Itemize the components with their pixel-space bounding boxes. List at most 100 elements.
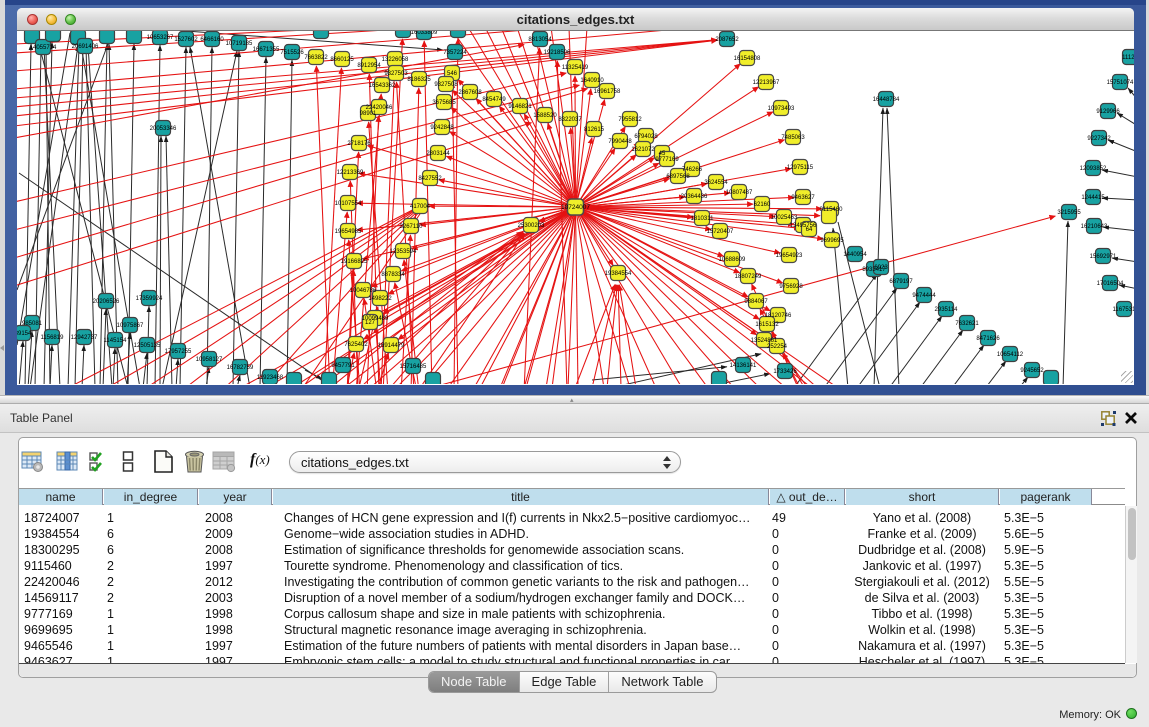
svg-text:16210643: 16210643 (1081, 224, 1108, 230)
svg-text:9245652: 9245652 (1020, 368, 1044, 374)
svg-text:8878334: 8878334 (381, 272, 405, 278)
svg-text:8813054: 8813054 (528, 37, 552, 43)
svg-text:11123: 11123 (1122, 55, 1134, 61)
svg-text:19218506: 19218506 (544, 50, 571, 56)
svg-text:14136141: 14136141 (730, 363, 757, 369)
svg-text:12975115: 12975115 (787, 165, 814, 171)
svg-text:16671355: 16671355 (253, 47, 280, 53)
svg-text:19166825: 19166825 (341, 259, 368, 265)
svg-text:7485063: 7485063 (781, 135, 805, 141)
svg-text:18120746: 18120746 (765, 313, 792, 319)
svg-text:7990448: 7990448 (608, 139, 632, 145)
svg-text:9699695: 9699695 (820, 238, 844, 244)
svg-text:13495756: 13495756 (790, 223, 817, 229)
svg-text:11325419: 11325419 (562, 65, 589, 71)
svg-text:15720407: 15720407 (707, 229, 734, 235)
svg-text:8660125: 8660125 (330, 57, 354, 63)
svg-text:16448784: 16448784 (873, 97, 900, 103)
svg-text:19384554: 19384554 (605, 271, 632, 277)
svg-text:1733426: 1733426 (773, 369, 797, 375)
svg-text:18807249: 18807249 (735, 274, 762, 280)
svg-text:8471626: 8471626 (976, 336, 1000, 342)
svg-text:9146821: 9146821 (508, 104, 532, 110)
svg-text:15692971: 15692971 (1090, 254, 1117, 260)
svg-text:6879197: 6879197 (889, 279, 913, 285)
svg-text:10975867: 10975867 (117, 323, 144, 329)
svg-text:812615: 812615 (584, 127, 605, 133)
svg-text:9474444: 9474444 (912, 293, 936, 299)
svg-text:10046786: 10046786 (350, 288, 377, 294)
svg-text:15751074: 15751074 (1107, 80, 1134, 86)
svg-text:2935114: 2935114 (935, 307, 959, 313)
svg-text:9327503: 9327503 (384, 71, 408, 77)
svg-text:7625402: 7625402 (344, 342, 368, 348)
svg-text:3624554: 3624554 (704, 180, 728, 186)
svg-text:9463627: 9463627 (791, 195, 815, 201)
svg-text:1810311: 1810311 (691, 216, 715, 222)
svg-text:11923468: 11923468 (257, 375, 284, 381)
svg-text:9115460: 9115460 (820, 207, 844, 213)
svg-text:7357224: 7357224 (443, 50, 467, 56)
svg-text:2087652: 2087652 (715, 37, 739, 43)
svg-text:10807487: 10807487 (726, 190, 753, 196)
svg-text:1156819: 1156819 (41, 335, 65, 341)
svg-text:16154808: 16154808 (734, 56, 761, 62)
svg-text:12213967: 12213967 (753, 80, 780, 86)
svg-text:14055714: 14055714 (30, 45, 57, 51)
svg-text:7632621: 7632621 (955, 321, 979, 327)
svg-text:1145154: 1145154 (104, 338, 128, 344)
svg-text:6466160: 6466160 (200, 37, 224, 43)
svg-text:12213369: 12213369 (337, 170, 364, 176)
svg-text:8186325: 8186325 (407, 77, 431, 83)
svg-text:16782759: 16782759 (227, 365, 254, 371)
svg-text:20206526: 20206526 (93, 299, 120, 305)
svg-text:6794028: 6794028 (634, 134, 658, 140)
svg-text:62160: 62160 (754, 202, 771, 208)
svg-text:8322037: 8322037 (558, 117, 582, 123)
svg-text:3267110: 3267110 (400, 224, 424, 230)
svg-text:9242848: 9242848 (430, 125, 454, 131)
svg-text:20364436: 20364436 (681, 194, 708, 200)
svg-text:22420046: 22420046 (366, 105, 393, 111)
svg-text:10719185: 10719185 (226, 41, 253, 47)
svg-text:7515526: 7515526 (280, 50, 304, 56)
svg-text:1167531: 1167531 (1113, 307, 1134, 313)
svg-text:1588520: 1588520 (533, 113, 557, 119)
svg-text:1615132: 1615132 (755, 322, 779, 328)
svg-text:19654985: 19654985 (335, 229, 362, 235)
svg-text:17016504: 17016504 (1097, 281, 1124, 287)
svg-text:1621072: 1621072 (631, 147, 655, 153)
svg-text:3215955: 3215955 (1057, 210, 1081, 216)
svg-text:18724007: 18724007 (561, 204, 590, 211)
svg-text:1498222: 1498222 (368, 296, 392, 302)
svg-text:13226058: 13226058 (382, 57, 409, 63)
svg-text:9327508: 9327508 (434, 82, 458, 88)
svg-text:6923: 6923 (874, 265, 888, 271)
svg-text:8454749: 8454749 (482, 97, 506, 103)
svg-text:10973493: 10973493 (768, 106, 795, 112)
svg-text:12093852: 12093852 (1080, 166, 1107, 172)
svg-text:2867608: 2867608 (458, 90, 482, 96)
svg-text:9884067: 9884067 (744, 299, 768, 305)
svg-text:10958127: 10958127 (196, 357, 223, 363)
svg-text:746266: 746266 (682, 167, 703, 173)
svg-text:2803144: 2803144 (426, 151, 450, 157)
svg-text:15716485: 15716485 (400, 364, 427, 370)
svg-text:8427552: 8427552 (418, 176, 442, 182)
svg-text:9129966: 9129966 (1096, 109, 1120, 115)
svg-text:2718176: 2718176 (347, 141, 371, 147)
svg-text:16961758: 16961758 (594, 89, 621, 95)
svg-text:39154: 39154 (17, 331, 32, 337)
svg-text:9777169: 9777169 (655, 157, 679, 163)
svg-text:8912954: 8912954 (357, 63, 381, 69)
svg-text:12353594: 12353594 (390, 249, 417, 255)
svg-text:252254: 252254 (767, 344, 788, 350)
svg-text:1527602: 1527602 (174, 37, 198, 43)
svg-text:17359924: 17359924 (136, 296, 163, 302)
svg-text:1640910: 1640910 (580, 78, 604, 84)
svg-text:10025463: 10025463 (771, 215, 798, 221)
svg-text:12942737: 12942737 (71, 335, 98, 341)
svg-text:16033809: 16033809 (411, 31, 438, 36)
svg-text:17957255: 17957255 (165, 349, 192, 355)
svg-text:25300203: 25300203 (518, 223, 545, 229)
